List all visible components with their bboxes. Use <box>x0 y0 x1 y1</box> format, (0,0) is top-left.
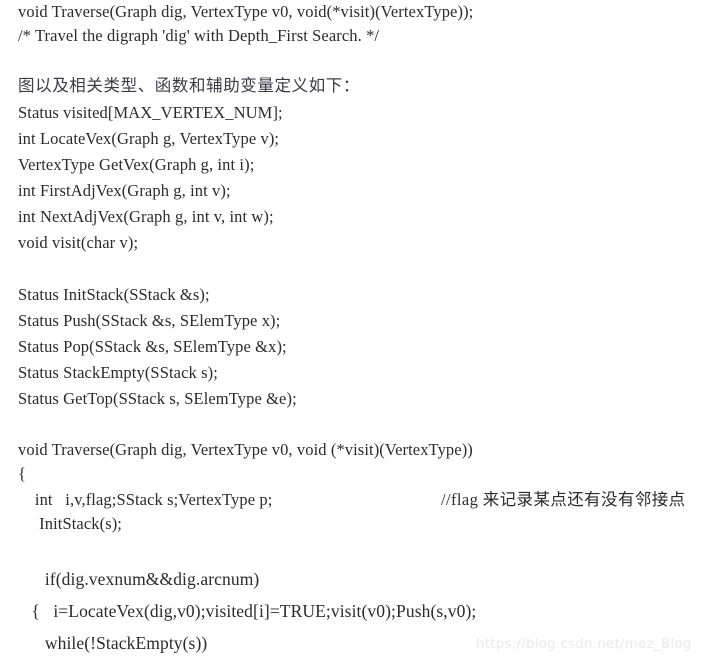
section-description-cn: 图以及相关类型、函数和辅助变量定义如下： <box>18 76 360 95</box>
code-line: while(!StackEmpty(s)) <box>18 633 208 653</box>
code-line: void Traverse(Graph dig, VertexType v0, … <box>18 2 474 21</box>
code-line: InitStack(s); <box>18 514 122 533</box>
code-line: int i,v,flag;SStack s;VertexType p; <box>18 490 273 509</box>
code-line: int FirstAdjVex(Graph g, int v); <box>18 181 231 200</box>
code-line: Status InitStack(SStack &s); <box>18 285 210 304</box>
code-line: Status GetTop(SStack s, SElemType &e); <box>18 389 297 408</box>
code-line: VertexType GetVex(Graph g, int i); <box>18 155 255 174</box>
code-line: void Traverse(Graph dig, VertexType v0, … <box>18 440 473 459</box>
code-line: Status Pop(SStack &s, SElemType &x); <box>18 337 287 356</box>
code-line: { i=LocateVex(dig,v0);visited[i]=TRUE;vi… <box>18 601 477 621</box>
code-listing-document: void Traverse(Graph dig, VertexType v0, … <box>0 0 707 662</box>
code-line: Status visited[MAX_VERTEX_NUM]; <box>18 103 283 122</box>
code-line: Status StackEmpty(SStack s); <box>18 363 218 382</box>
code-line: Status Push(SStack &s, SElemType x); <box>18 311 281 330</box>
code-line: void visit(char v); <box>18 233 139 252</box>
code-line: int NextAdjVex(Graph g, int v, int w); <box>18 207 274 226</box>
csdn-watermark: https://blog.csdn.net/mez_Blog <box>476 636 692 652</box>
code-line: { <box>18 464 27 483</box>
code-line: if(dig.vexnum&&dig.arcnum) <box>18 569 260 589</box>
inline-comment-cn: //flag 来记录某点还有没有邻接点 <box>441 490 686 509</box>
code-line: /* Travel the digraph 'dig' with Depth_F… <box>18 26 380 45</box>
code-line: int LocateVex(Graph g, VertexType v); <box>18 129 280 148</box>
